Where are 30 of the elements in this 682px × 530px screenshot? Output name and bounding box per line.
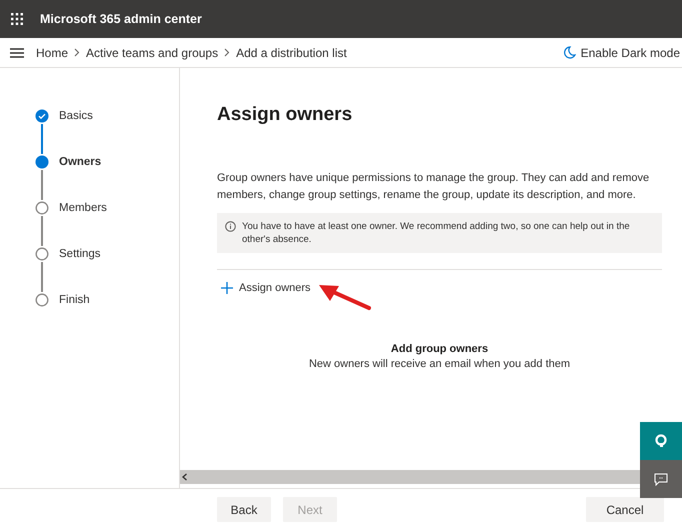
breadcrumb-link[interactable]: Home xyxy=(36,46,68,60)
description-text: Group owners have unique permissions to manage the group. They can add and remove members, change group settings, rename the group, update its description, and more. xyxy=(217,171,650,203)
step-label[interactable]: Finish xyxy=(59,294,90,306)
notice-text: You have to have at least one owner. We recommend adding two, so one can help out in the other's absence. xyxy=(242,220,631,246)
step-label[interactable]: Basics xyxy=(59,110,93,122)
breadcrumb-link[interactable]: Active teams and groups xyxy=(86,46,218,60)
step-label[interactable]: Members xyxy=(59,202,107,214)
feedback-button[interactable] xyxy=(640,460,682,498)
step-label[interactable]: Settings xyxy=(59,248,101,260)
support-button[interactable] xyxy=(640,422,682,460)
page-heading: Assign owners xyxy=(217,104,354,126)
annotation-arrow xyxy=(316,282,373,312)
wizard-button[interactable]: Back xyxy=(217,497,271,522)
chevron-right-icon xyxy=(74,48,80,57)
breadcrumb-link[interactable]: Add a distribution list xyxy=(236,46,347,60)
app-title: Microsoft 365 admin center xyxy=(40,12,202,26)
dark-mode-toggle[interactable]: Enable Dark mode xyxy=(580,46,680,60)
info-icon xyxy=(225,221,236,232)
app-launcher-icon[interactable] xyxy=(10,12,24,26)
plus-icon xyxy=(221,282,233,294)
menu-icon[interactable] xyxy=(10,46,24,58)
empty-state-text: New owners will receive an email when you add them xyxy=(308,358,572,370)
empty-state-title: Add group owners xyxy=(390,343,490,355)
moon-icon xyxy=(564,46,576,59)
chevron-right-icon xyxy=(224,48,230,57)
cancel-button[interactable]: Cancel xyxy=(586,497,664,522)
chat-icon xyxy=(654,472,668,486)
step-label[interactable]: Owners xyxy=(59,156,102,168)
assign-owners-button[interactable]: Assign owners xyxy=(217,280,315,296)
headset-icon xyxy=(655,434,667,448)
